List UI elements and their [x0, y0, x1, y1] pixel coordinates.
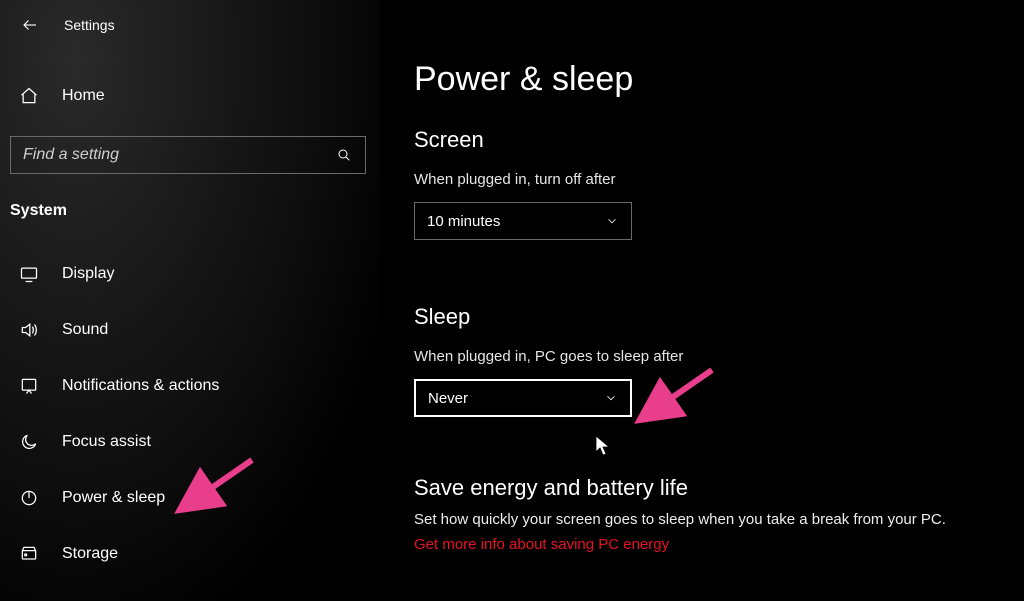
back-icon[interactable]	[20, 15, 40, 35]
monitor-icon	[18, 263, 40, 285]
screen-timeout-value: 10 minutes	[427, 213, 500, 230]
screen-timeout-select[interactable]: 10 minutes	[414, 202, 632, 240]
window-title: Settings	[64, 17, 115, 33]
search-box[interactable]	[10, 136, 366, 174]
sidebar-home-label: Home	[62, 87, 105, 105]
sidebar-item-label: Sound	[62, 321, 108, 339]
screen-field-label: When plugged in, turn off after	[414, 171, 1024, 188]
sidebar-section-title: System	[0, 174, 380, 220]
chevron-down-icon	[605, 214, 619, 228]
page-title: Power & sleep	[414, 60, 1024, 99]
power-icon	[18, 487, 40, 509]
chevron-down-icon	[604, 391, 618, 405]
sidebar-item-label: Focus assist	[62, 433, 151, 451]
main-content: Power & sleep Screen When plugged in, tu…	[380, 0, 1024, 601]
sleep-timeout-select[interactable]: Never	[414, 379, 632, 417]
sidebar-item-display[interactable]: Display	[0, 246, 380, 302]
sidebar-item-power-sleep[interactable]: Power & sleep	[0, 470, 380, 526]
save-energy-heading: Save energy and battery life	[414, 475, 1024, 501]
sidebar-item-focus-assist[interactable]: Focus assist	[0, 414, 380, 470]
search-input[interactable]	[23, 146, 304, 164]
sidebar-item-notifications[interactable]: Notifications & actions	[0, 358, 380, 414]
sidebar-nav: Display Sound Notifications & actions Fo…	[0, 246, 380, 582]
sidebar-home[interactable]: Home	[0, 76, 380, 116]
screen-heading: Screen	[414, 127, 1024, 153]
notifications-icon	[18, 375, 40, 397]
sound-icon	[18, 319, 40, 341]
moon-icon	[18, 431, 40, 453]
search-icon	[335, 146, 353, 164]
sidebar-item-sound[interactable]: Sound	[0, 302, 380, 358]
sidebar-item-label: Storage	[62, 545, 118, 563]
sleep-heading: Sleep	[414, 304, 1024, 330]
save-energy-desc: Set how quickly your screen goes to slee…	[414, 511, 1024, 528]
storage-icon	[18, 543, 40, 565]
titlebar: Settings	[0, 0, 380, 40]
sidebar-item-label: Notifications & actions	[62, 377, 219, 395]
save-energy-link[interactable]: Get more info about saving PC energy	[414, 536, 669, 553]
sidebar: Settings Home System Display	[0, 0, 380, 601]
sidebar-item-label: Display	[62, 265, 114, 283]
sleep-timeout-value: Never	[428, 390, 468, 407]
sidebar-item-storage[interactable]: Storage	[0, 526, 380, 582]
home-icon	[18, 85, 40, 107]
sleep-field-label: When plugged in, PC goes to sleep after	[414, 348, 1024, 365]
sidebar-item-label: Power & sleep	[62, 489, 165, 507]
